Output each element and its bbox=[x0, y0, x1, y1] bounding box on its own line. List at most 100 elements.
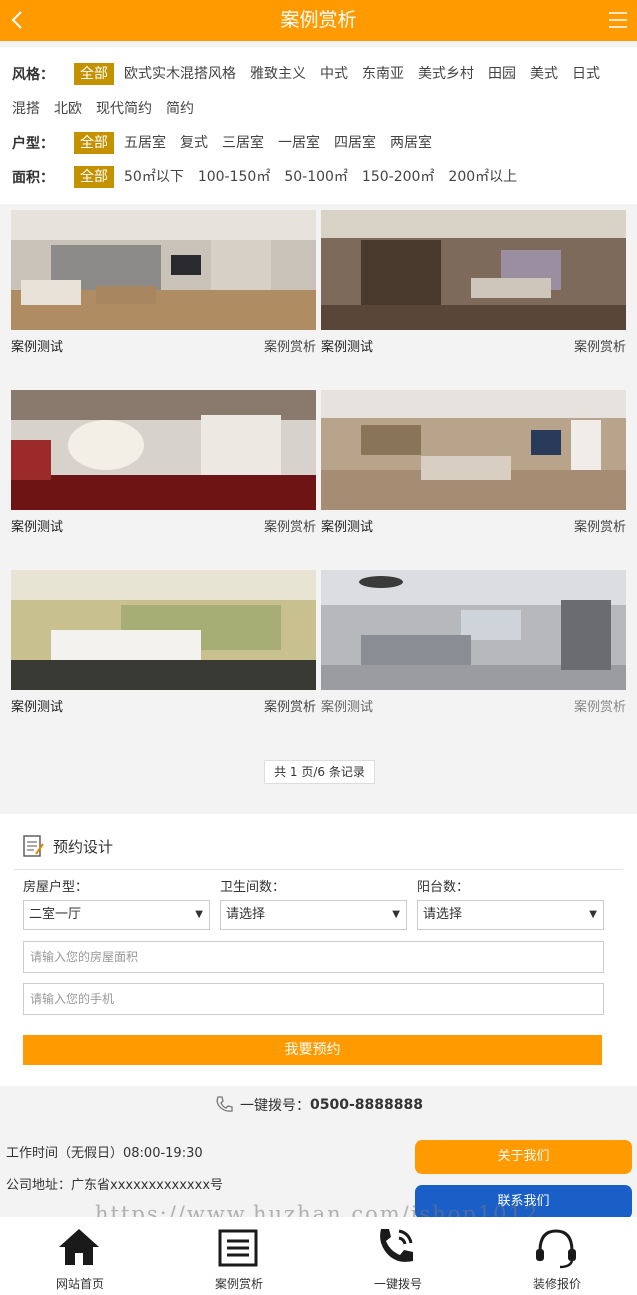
house-area-input[interactable]: 请输入您的房屋面积 bbox=[23, 941, 604, 973]
area-filter-row: 面积： 全部 50㎡以下 100-150㎡ 50-100㎡ 150-200㎡ 2… bbox=[12, 166, 531, 188]
case-card[interactable]: 案例测试 案例赏析 bbox=[11, 390, 316, 535]
layout-option[interactable]: 三居室 bbox=[222, 132, 264, 154]
call-number[interactable]: 0500-8888888 bbox=[310, 1097, 423, 1113]
layout-option-all[interactable]: 全部 bbox=[74, 132, 114, 154]
layout-filter-label: 户型： bbox=[12, 136, 54, 152]
style-filter-label: 风格： bbox=[12, 67, 54, 83]
layout-filter-row: 户型： 全部 五居室 复式 三居室 一居室 四居室 两居室 bbox=[12, 132, 446, 154]
tab-cases[interactable]: 案例赏析 bbox=[159, 1217, 319, 1295]
style-option-all[interactable]: 全部 bbox=[74, 63, 114, 85]
case-photo[interactable] bbox=[321, 390, 626, 510]
headset-icon bbox=[536, 1229, 576, 1269]
style-filter-row-2: 混搭 北欧 现代简约 简约 bbox=[12, 98, 208, 120]
phone-icon bbox=[216, 1096, 233, 1112]
bottom-tab-bar: 网站首页 案例赏析 一键拨号 装修报价 bbox=[0, 1217, 637, 1295]
document-list-icon bbox=[218, 1229, 258, 1267]
tab-call[interactable]: 一键拨号 bbox=[318, 1217, 478, 1295]
case-category: 案例赏析 bbox=[263, 340, 316, 355]
tab-call-label: 一键拨号 bbox=[373, 1277, 422, 1291]
case-category: 案例赏析 bbox=[573, 520, 626, 535]
company-address: 公司地址：广东省xxxxxxxxxxxxx号 bbox=[6, 1178, 224, 1193]
case-photo[interactable] bbox=[11, 390, 316, 510]
house-type-label: 房屋户型： bbox=[23, 880, 89, 895]
style-option[interactable]: 美式乡村 bbox=[418, 63, 474, 85]
dropdown-arrow-icon: ▼ bbox=[392, 909, 400, 920]
call-label: 一键拨号： bbox=[240, 1098, 311, 1114]
case-photo[interactable] bbox=[321, 570, 626, 690]
case-photo[interactable] bbox=[321, 210, 626, 330]
bathroom-count-select[interactable]: 请选择 ▼ bbox=[220, 900, 407, 930]
area-option[interactable]: 100-150㎡ bbox=[198, 166, 271, 188]
case-title[interactable]: 案例测试 bbox=[321, 336, 373, 355]
one-click-call[interactable]: 一键拨号： 0500-8888888 bbox=[0, 1093, 637, 1117]
case-category: 案例赏析 bbox=[573, 700, 626, 715]
layout-option[interactable]: 复式 bbox=[180, 132, 208, 154]
submit-booking-button[interactable]: 我要预约 bbox=[23, 1035, 602, 1065]
top-bar: 案例赏析 bbox=[0, 0, 637, 41]
case-photo[interactable] bbox=[11, 570, 316, 690]
area-option[interactable]: 200㎡以上 bbox=[448, 166, 517, 188]
tab-quote-label: 装修报价 bbox=[532, 1277, 581, 1291]
dropdown-arrow-icon: ▼ bbox=[589, 909, 597, 920]
area-option[interactable]: 50-100㎡ bbox=[284, 166, 348, 188]
style-option[interactable]: 中式 bbox=[320, 63, 348, 85]
layout-option[interactable]: 一居室 bbox=[278, 132, 320, 154]
case-category: 案例赏析 bbox=[263, 520, 316, 535]
house-type-value: 二室一厅 bbox=[29, 907, 82, 922]
filter-panel: 风格： 全部 欧式实木混搭风格 雅致主义 中式 东南亚 美式乡村 田园 美式 日… bbox=[0, 47, 637, 204]
booking-form: 预约设计 房屋户型： 卫生间数： 阳台数： 二室一厅 ▼ 请选择 ▼ 请选择 ▼ 请输… bbox=[0, 814, 637, 1086]
style-option[interactable]: 欧式实木混搭风格 bbox=[124, 63, 236, 85]
style-option[interactable]: 美式 bbox=[530, 63, 558, 85]
balcony-count-select[interactable]: 请选择 ▼ bbox=[417, 900, 604, 930]
page-title: 案例赏析 bbox=[280, 9, 357, 31]
style-option[interactable]: 田园 bbox=[488, 63, 516, 85]
phone-input[interactable]: 请输入您的手机 bbox=[23, 983, 604, 1015]
style-option[interactable]: 日式 bbox=[572, 63, 600, 85]
notepad-icon bbox=[23, 835, 44, 857]
tab-cases-label: 案例赏析 bbox=[214, 1277, 263, 1291]
style-option[interactable]: 简约 bbox=[166, 98, 194, 120]
style-option[interactable]: 北欧 bbox=[54, 98, 82, 120]
layout-option[interactable]: 两居室 bbox=[390, 132, 432, 154]
style-option[interactable]: 东南亚 bbox=[362, 63, 404, 85]
divider bbox=[14, 869, 623, 870]
case-card[interactable]: 案例测试 案例赏析 bbox=[321, 570, 626, 715]
booking-header: 预约设计 bbox=[22, 834, 113, 858]
house-type-select[interactable]: 二室一厅 ▼ bbox=[23, 900, 210, 930]
layout-option[interactable]: 五居室 bbox=[124, 132, 166, 154]
pagination-info: 共 1 页/6 条记录 bbox=[264, 760, 375, 784]
balcony-count-label: 阳台数： bbox=[417, 880, 470, 895]
area-filter-label: 面积： bbox=[12, 170, 54, 186]
case-title[interactable]: 案例测试 bbox=[11, 336, 63, 355]
area-option[interactable]: 150-200㎡ bbox=[362, 166, 435, 188]
booking-title: 预约设计 bbox=[53, 837, 114, 856]
bathroom-count-label: 卫生间数： bbox=[220, 880, 286, 895]
case-title[interactable]: 案例测试 bbox=[11, 696, 63, 715]
menu-icon[interactable] bbox=[607, 9, 629, 31]
case-card[interactable]: 案例测试 案例赏析 bbox=[321, 390, 626, 535]
case-category: 案例赏析 bbox=[573, 340, 626, 355]
style-option[interactable]: 雅致主义 bbox=[250, 63, 306, 85]
case-card[interactable]: 案例测试 案例赏析 bbox=[11, 210, 316, 355]
style-option[interactable]: 混搭 bbox=[12, 98, 40, 120]
area-option-all[interactable]: 全部 bbox=[74, 166, 114, 188]
case-card[interactable]: 案例测试 案例赏析 bbox=[11, 570, 316, 715]
home-icon bbox=[59, 1229, 99, 1265]
case-title[interactable]: 案例测试 bbox=[11, 516, 63, 535]
area-option[interactable]: 50㎡以下 bbox=[124, 166, 184, 188]
tab-home[interactable]: 网站首页 bbox=[0, 1217, 160, 1295]
case-title[interactable]: 案例测试 bbox=[321, 516, 373, 535]
case-category: 案例赏析 bbox=[263, 700, 316, 715]
style-option[interactable]: 现代简约 bbox=[96, 98, 152, 120]
style-filter-row: 风格： 全部 欧式实木混搭风格 雅致主义 中式 东南亚 美式乡村 田园 美式 日… bbox=[12, 63, 614, 85]
balcony-count-value: 请选择 bbox=[423, 907, 463, 922]
about-us-button[interactable]: 关于我们 bbox=[415, 1140, 632, 1174]
case-photo[interactable] bbox=[11, 210, 316, 330]
dropdown-arrow-icon: ▼ bbox=[195, 909, 203, 920]
bathroom-count-value: 请选择 bbox=[226, 907, 266, 922]
layout-option[interactable]: 四居室 bbox=[334, 132, 376, 154]
case-title[interactable]: 案例测试 bbox=[321, 696, 373, 715]
case-card[interactable]: 案例测试 案例赏析 bbox=[321, 210, 626, 355]
tab-quote[interactable]: 装修报价 bbox=[477, 1217, 637, 1295]
working-hours: 工作时间（无假日）08:00-19:30 bbox=[6, 1146, 203, 1161]
